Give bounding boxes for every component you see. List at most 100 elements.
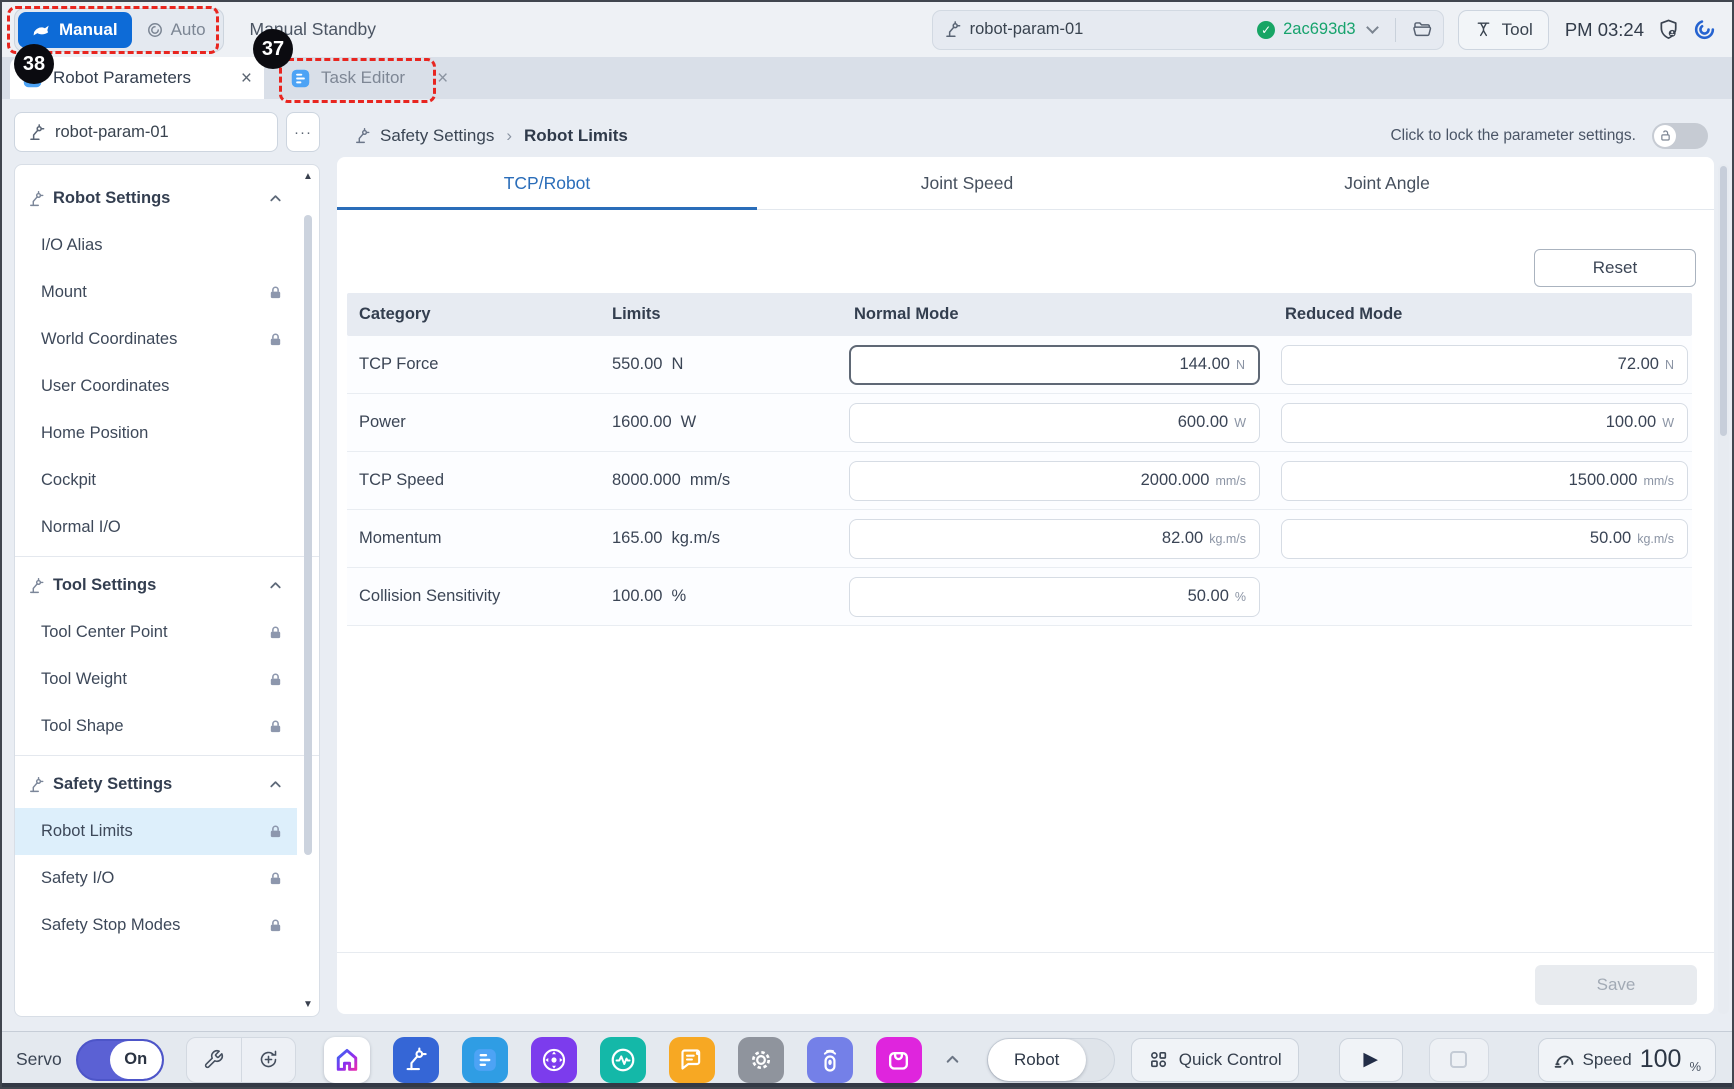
sidebar-item-tool-shape[interactable]: Tool Shape [15, 703, 297, 750]
manual-mode-button[interactable]: Manual [18, 12, 132, 48]
input-value: 100.00 [1606, 413, 1656, 432]
limit-unit: W [681, 413, 697, 431]
row-category: Collision Sensitivity [347, 587, 562, 606]
power-swirl-icon[interactable] [1693, 18, 1716, 41]
sidebar-item-world-coordinates[interactable]: World Coordinates [15, 316, 297, 363]
normal-mode-input[interactable]: 144.00 N [849, 345, 1260, 385]
servo-state: On [110, 1041, 162, 1079]
section-safety-settings[interactable]: Safety Settings [15, 761, 297, 808]
chevron-up-icon[interactable] [268, 777, 283, 792]
robot-view-toggle[interactable]: Robot [987, 1038, 1115, 1082]
row-limit: 165.00kg.m/s [562, 529, 832, 548]
robot-icon [27, 190, 45, 208]
tool-button[interactable]: Tool [1458, 10, 1549, 50]
robot-limits-panel: TCP/Robot Joint Speed Joint Angle Reset … [337, 157, 1714, 1014]
item-label: Mount [41, 283, 87, 302]
limit-value: 1600.00 [612, 413, 672, 431]
col-header-reduced-mode: Reduced Mode [1272, 305, 1692, 324]
dock-app-store-icon[interactable] [876, 1037, 922, 1083]
scrollbar-thumb[interactable] [304, 215, 312, 855]
sidebar-item-tool-center-point[interactable]: Tool Center Point [15, 609, 297, 656]
row-category: Power [347, 413, 562, 432]
servo-toggle[interactable]: On [76, 1039, 164, 1081]
section-robot-settings[interactable]: Robot Settings [15, 175, 297, 222]
row-limit: 8000.000mm/s [562, 471, 832, 490]
tool-label: Tool [1502, 20, 1533, 40]
lock-icon [268, 672, 283, 687]
input-value: 144.00 [1180, 355, 1230, 374]
section-tool-settings[interactable]: Tool Settings [15, 562, 297, 609]
sidebar-item-safety-stop-modes[interactable]: Safety Stop Modes [15, 902, 297, 949]
sidebar-item-safety-io[interactable]: Safety I/O [15, 855, 297, 902]
auto-mode-button[interactable]: Auto [132, 12, 220, 48]
wrench-button[interactable] [187, 1038, 241, 1082]
normal-mode-input[interactable]: 50.00 % [849, 577, 1260, 617]
manual-mode-icon [32, 20, 52, 40]
save-button[interactable]: Save [1535, 965, 1697, 1005]
dock-app-remote-control-icon[interactable] [807, 1037, 853, 1083]
sidebar-item-mount[interactable]: Mount [15, 269, 297, 316]
auto-mode-label: Auto [171, 20, 206, 40]
commit-hash: 2ac693d3 [1283, 20, 1356, 39]
col-header-limits: Limits [562, 305, 832, 324]
robot-toggle-label: Robot [988, 1039, 1086, 1081]
sidebar-item-home-position[interactable]: Home Position [15, 410, 297, 457]
item-label: Safety Stop Modes [41, 916, 180, 935]
sidebar-item-normal-io[interactable]: Normal I/O [15, 504, 297, 551]
normal-mode-input[interactable]: 2000.000 mm/s [849, 461, 1260, 501]
dock-collapse-chevron-icon[interactable] [944, 1051, 961, 1068]
sidebar-more-button[interactable]: ··· [286, 112, 320, 152]
scroll-up-icon[interactable]: ▲ [301, 171, 315, 182]
parameter-file-selector[interactable]: robot-param-01 ✓ 2ac693d3 [932, 10, 1444, 50]
dock-app-robot-settings-icon[interactable] [393, 1037, 439, 1083]
tab-tcp-robot[interactable]: TCP/Robot [337, 157, 757, 209]
parameter-lock-toggle[interactable] [1652, 123, 1708, 149]
tab-label: Task Editor [321, 68, 405, 88]
normal-mode-input[interactable]: 82.00 kg.m/s [849, 519, 1260, 559]
scrollbar-thumb[interactable] [1720, 166, 1727, 436]
input-unit: kg.m/s [1637, 532, 1674, 546]
dock-app-monitoring-icon[interactable] [600, 1037, 646, 1083]
chevron-up-icon[interactable] [268, 578, 283, 593]
sidebar-scrollbar[interactable]: ▲ ▼ [301, 171, 315, 1010]
dock-app-home-icon[interactable] [324, 1037, 370, 1083]
chevron-down-icon[interactable] [1366, 21, 1379, 34]
quick-control-button[interactable]: Quick Control [1131, 1038, 1299, 1082]
open-file-button[interactable] [1412, 19, 1433, 40]
main-scrollbar[interactable] [1718, 164, 1729, 1014]
sidebar-item-robot-limits[interactable]: Robot Limits [15, 808, 297, 855]
breadcrumb-separator: › [506, 126, 512, 146]
chevron-up-icon[interactable] [268, 191, 283, 206]
scroll-down-icon[interactable]: ▼ [301, 999, 315, 1010]
speed-control[interactable]: Speed 100 % [1538, 1038, 1716, 1082]
tab-joint-angle[interactable]: Joint Angle [1177, 157, 1597, 209]
reduced-mode-input[interactable]: 72.00 N [1281, 345, 1688, 385]
update-motion-button[interactable] [241, 1038, 295, 1082]
play-button[interactable]: ▶ [1339, 1038, 1403, 1082]
normal-mode-input[interactable]: 600.00 W [849, 403, 1260, 443]
close-tab-icon[interactable]: × [437, 69, 448, 88]
tab-task-editor[interactable]: Task Editor × [278, 57, 474, 99]
reset-button[interactable]: Reset [1534, 249, 1696, 287]
close-tab-icon[interactable]: × [241, 69, 252, 88]
dock-app-log-icon[interactable] [669, 1037, 715, 1083]
reduced-mode-input[interactable]: 1500.000 mm/s [1281, 461, 1688, 501]
item-label: Normal I/O [41, 518, 121, 537]
stop-button[interactable] [1429, 1038, 1489, 1082]
sidebar-item-cockpit[interactable]: Cockpit [15, 457, 297, 504]
reduced-mode-input[interactable]: 50.00 kg.m/s [1281, 519, 1688, 559]
row-limit: 100.00% [562, 587, 832, 606]
limit-value: 100.00 [612, 587, 662, 605]
sidebar-item-tool-weight[interactable]: Tool Weight [15, 656, 297, 703]
dock-app-settings-icon[interactable] [738, 1037, 784, 1083]
dock-app-jog-icon[interactable] [531, 1037, 577, 1083]
tab-joint-speed[interactable]: Joint Speed [757, 157, 1177, 209]
safety-shield-icon[interactable] [1658, 18, 1681, 41]
limits-table: Category Limits Normal Mode Reduced Mode… [347, 293, 1692, 626]
reduced-mode-input[interactable]: 100.00 W [1281, 403, 1688, 443]
sidebar-item-user-coordinates[interactable]: User Coordinates [15, 363, 297, 410]
sidebar-param-name-field[interactable]: robot-param-01 [14, 112, 278, 152]
dock-app-task-editor-icon[interactable] [462, 1037, 508, 1083]
sidebar-item-io-alias[interactable]: I/O Alias [15, 222, 297, 269]
speedometer-icon [1553, 1049, 1575, 1071]
